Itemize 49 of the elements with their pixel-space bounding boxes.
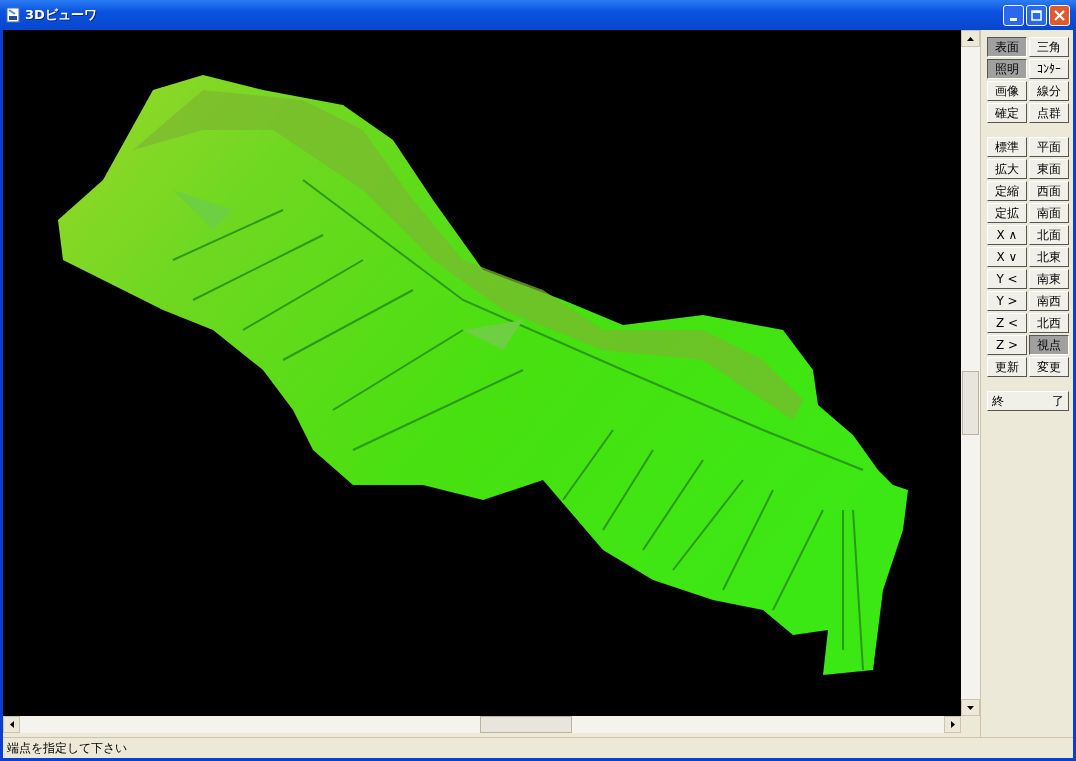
scroll-thumb[interactable] [962, 371, 979, 435]
tool-button[interactable]: 南面 [1029, 203, 1069, 223]
tool-button[interactable]: 平面 [1029, 137, 1069, 157]
tool-button[interactable]: 照明 [987, 59, 1027, 79]
tool-button[interactable]: Z < [987, 313, 1027, 333]
document-icon [6, 7, 20, 23]
left-arrow-icon [9, 721, 14, 728]
horizontal-scrollbar[interactable] [3, 716, 961, 733]
minimize-icon [1010, 17, 1017, 21]
tool-button[interactable]: X ∧ [987, 225, 1027, 245]
tool-button[interactable]: 変更 [1029, 357, 1069, 377]
up-arrow-icon [967, 36, 974, 41]
3d-viewport[interactable] [3, 30, 961, 716]
tool-button[interactable]: 南東 [1029, 269, 1069, 289]
tool-button[interactable]: 標準 [987, 137, 1027, 157]
right-arrow-icon [950, 721, 955, 728]
tool-button[interactable]: 線分 [1029, 81, 1069, 101]
tool-button[interactable]: 定縮 [987, 181, 1027, 201]
tool-button[interactable]: Y < [987, 269, 1027, 289]
scroll-thumb[interactable] [480, 716, 572, 733]
tool-button[interactable]: 表面 [987, 37, 1027, 57]
tool-button[interactable]: 南西 [1029, 291, 1069, 311]
tool-button[interactable]: 北面 [1029, 225, 1069, 245]
tool-button[interactable]: 定拡 [987, 203, 1027, 223]
tool-button[interactable]: 視点 [1029, 335, 1069, 355]
tool-button[interactable]: 西面 [1029, 181, 1069, 201]
window-title: 3Dビューワ [25, 6, 98, 24]
vertical-scrollbar[interactable] [961, 30, 980, 716]
status-text: 端点を指定して下さい [7, 739, 127, 757]
tool-button[interactable]: 更新 [987, 357, 1027, 377]
tool-button[interactable]: 確定 [987, 103, 1027, 123]
tool-button[interactable]: Y > [987, 291, 1027, 311]
down-arrow-icon [967, 705, 974, 710]
tool-button[interactable]: ｺﾝﾀｰ [1029, 59, 1069, 79]
minimize-button[interactable] [1003, 4, 1024, 26]
tool-button[interactable]: 点群 [1029, 103, 1069, 123]
tool-button[interactable]: 北西 [1029, 313, 1069, 333]
tool-button[interactable]: 終 了 [987, 391, 1069, 411]
tool-button[interactable]: X ∨ [987, 247, 1027, 267]
close-icon [1054, 9, 1065, 21]
tool-button[interactable]: 東面 [1029, 159, 1069, 179]
tool-button[interactable]: 拡大 [987, 159, 1027, 179]
close-button[interactable] [1049, 4, 1070, 26]
tool-button[interactable]: 画像 [987, 81, 1027, 101]
tool-button[interactable]: 三角 [1029, 37, 1069, 57]
tool-button[interactable]: Z > [987, 335, 1027, 355]
maximize-icon [1031, 9, 1042, 21]
tool-button[interactable]: 北東 [1029, 247, 1069, 267]
maximize-button[interactable] [1026, 4, 1047, 26]
